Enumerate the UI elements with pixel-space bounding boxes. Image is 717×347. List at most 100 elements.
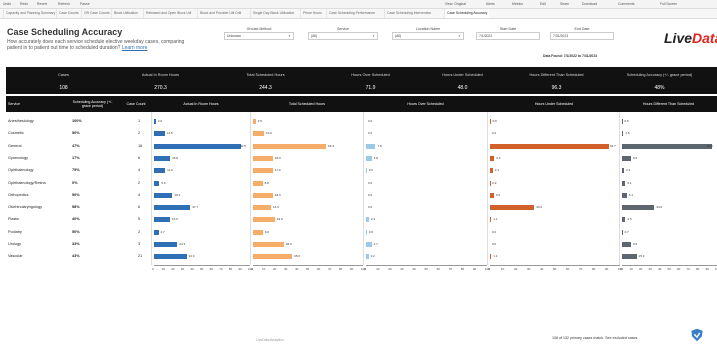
bar-diff[interactable] — [622, 131, 624, 137]
bar-over[interactable] — [366, 168, 367, 174]
bar-total[interactable] — [253, 205, 271, 211]
col-hours-under[interactable]: Hours Under Scheduled — [488, 96, 620, 112]
bar-total[interactable] — [253, 168, 273, 174]
bar-diff[interactable] — [622, 242, 632, 247]
bar-actual[interactable] — [154, 242, 178, 247]
bar-actual[interactable] — [154, 143, 241, 149]
end-date-input[interactable]: 7/31/2023 — [550, 32, 614, 40]
location-select[interactable]: (All) ▼ — [392, 32, 464, 40]
bar-total[interactable] — [253, 217, 275, 223]
bar-actual[interactable] — [154, 229, 159, 235]
grouse-method-select[interactable]: Unknown ▼ — [224, 32, 294, 40]
bar-total[interactable] — [253, 192, 273, 198]
bar-over[interactable] — [366, 229, 367, 235]
bar-over[interactable] — [366, 217, 369, 223]
toolbar-view[interactable]: View: Original — [445, 2, 466, 6]
tab-case-scheduling-accuracy[interactable]: Case Scheduling Accuracy — [444, 9, 490, 18]
col-service[interactable]: Service — [6, 96, 68, 112]
bar-over[interactable] — [366, 254, 369, 260]
bar-diff[interactable] — [622, 155, 632, 161]
table-row[interactable]: Gynecology 17% 6 16.8 18.0 4.8 3.3 9.5 — [6, 154, 717, 163]
bar-diff[interactable] — [622, 205, 655, 211]
bar-diff[interactable] — [622, 192, 627, 198]
bar-diff[interactable] — [622, 143, 712, 149]
table-row[interactable]: Podiatry 50% 2 4.7 9.0 0.6 0.0 0.7 — [6, 228, 717, 237]
bar-diff[interactable] — [622, 217, 626, 223]
bar-diff[interactable] — [622, 180, 626, 186]
col-hours-over[interactable]: Hours Over Scheduled — [364, 96, 487, 112]
bar-actual[interactable] — [154, 217, 170, 223]
bar-under[interactable] — [490, 217, 492, 223]
toolbar-redo[interactable]: Redo — [20, 2, 28, 6]
footer-excluded-note[interactable]: 108 of 132 primary cases match. See excl… — [552, 336, 638, 340]
table-row[interactable]: Ophthalmology/Retina 0% 2 5.6 8.8 0.0 0.2 3.4 — [6, 179, 717, 188]
service-select[interactable]: (All) ▼ — [308, 32, 378, 40]
bar-total[interactable] — [253, 143, 327, 149]
tab-block-provider-drill[interactable]: Block and Provider Util Drill — [197, 9, 243, 18]
bar-actual[interactable] — [154, 192, 173, 198]
bar-total[interactable] — [253, 254, 293, 260]
bar-actual[interactable] — [154, 254, 187, 260]
bar-over[interactable] — [366, 242, 372, 247]
bar-actual[interactable] — [154, 205, 191, 211]
bar-under[interactable] — [490, 205, 535, 211]
col-case-count[interactable]: Case Count — [121, 96, 151, 112]
table-row[interactable]: Cosmetic 50% 2 11.5 10.0 0.0 0.0 1.5 — [6, 129, 717, 138]
tab-prime-hours[interactable]: Prime Hours — [300, 9, 324, 18]
bar-total[interactable] — [253, 155, 273, 161]
bar-total[interactable] — [253, 180, 263, 186]
toolbar-revert[interactable]: Revert — [37, 2, 47, 6]
table-row[interactable]: Vascular 43% 21 34.0 35.6 2.2 1.1 15.3 — [6, 252, 717, 261]
bar-diff[interactable] — [622, 254, 637, 260]
col-actual-hours[interactable]: Actual In Room Hours — [152, 96, 250, 112]
bar-under[interactable] — [490, 168, 493, 174]
bar-total[interactable] — [253, 242, 284, 247]
tab-released-open-block[interactable]: Released and Open Block Util — [143, 9, 193, 18]
bar-actual[interactable] — [154, 155, 171, 161]
tab-case-scheduling-performance[interactable]: Case Scheduling Performance — [326, 9, 377, 18]
tab-single-day-block[interactable]: Single Day Block Utilization — [250, 9, 296, 18]
tab-case-counts[interactable]: Case Counts — [56, 9, 81, 18]
bar-total[interactable] — [253, 119, 256, 124]
bar-actual[interactable] — [154, 168, 166, 174]
bar-actual[interactable] — [154, 180, 160, 186]
toolbar-download[interactable]: Download — [582, 2, 597, 6]
toolbar-share[interactable]: Share — [560, 2, 569, 6]
tab-case-scheduling-intervention[interactable]: Case Scheduling Intervention — [384, 9, 433, 18]
table-row[interactable]: Plastic 40% 5 16.6 19.9 2.4 1.1 3.5 — [6, 215, 717, 224]
bar-under[interactable] — [490, 119, 491, 124]
toolbar-fullscreen[interactable]: Full Screen — [660, 2, 677, 6]
bar-diff[interactable] — [622, 229, 623, 235]
bar-under[interactable] — [490, 143, 610, 149]
bar-over[interactable] — [366, 155, 372, 161]
bar-actual[interactable] — [154, 119, 156, 124]
table-row[interactable]: General 47% 16 90.5 66.4 7.8 91.7 94.6 — [6, 142, 717, 151]
bar-total[interactable] — [253, 229, 263, 235]
col-hours-different[interactable]: Hours Different Than Scheduled — [620, 96, 717, 112]
table-row[interactable]: Otorhinolaryngology 58% 6 37.7 16.3 0.0 34.0 34… — [6, 203, 717, 212]
col-accuracy[interactable]: Scheduling Accuracy (+/- grace period) — [70, 96, 115, 112]
col-total-scheduled[interactable]: Total Scheduled Hours — [251, 96, 363, 112]
toolbar-alerts[interactable]: Alerts — [486, 2, 495, 6]
bar-diff[interactable] — [622, 168, 625, 174]
learn-more-link[interactable]: Learn more — [122, 45, 148, 51]
toolbar-edit[interactable]: Edit — [540, 2, 546, 6]
start-date-input[interactable]: 7/1/2022 — [476, 32, 540, 40]
bar-under[interactable] — [490, 155, 495, 161]
table-row[interactable]: Ophthalmology 75% 4 11.6 17.9 0.6 2.1 2.3 — [6, 166, 717, 175]
toolbar-pause[interactable]: Pause — [80, 2, 90, 6]
bar-actual[interactable] — [154, 131, 166, 137]
toolbar-undo[interactable]: Undo — [3, 2, 11, 6]
tab-block-utilization[interactable]: Block Utilization — [111, 9, 140, 18]
table-row[interactable]: Anesthesiology 100% 1 2.0 2.5 0.0 0.5 0.5 — [6, 117, 717, 126]
toolbar-metrics[interactable]: Metrics — [512, 2, 523, 6]
bar-over[interactable] — [366, 143, 376, 149]
tab-or-case-counts[interactable]: OR Case Counts — [81, 9, 112, 18]
bar-under[interactable] — [490, 254, 492, 260]
toolbar-comments[interactable]: Comments — [618, 2, 634, 6]
bar-under[interactable] — [490, 192, 494, 198]
toolbar-refresh[interactable]: Refresh — [58, 2, 70, 6]
bar-total[interactable] — [253, 131, 264, 137]
table-row[interactable]: Urology 33% 3 24.3 28.0 4.7 0.0 9.5 — [6, 240, 717, 249]
table-row[interactable]: Orthopedics 50% 4 19.2 18.0 0.0 3.0 5.1 — [6, 191, 717, 200]
